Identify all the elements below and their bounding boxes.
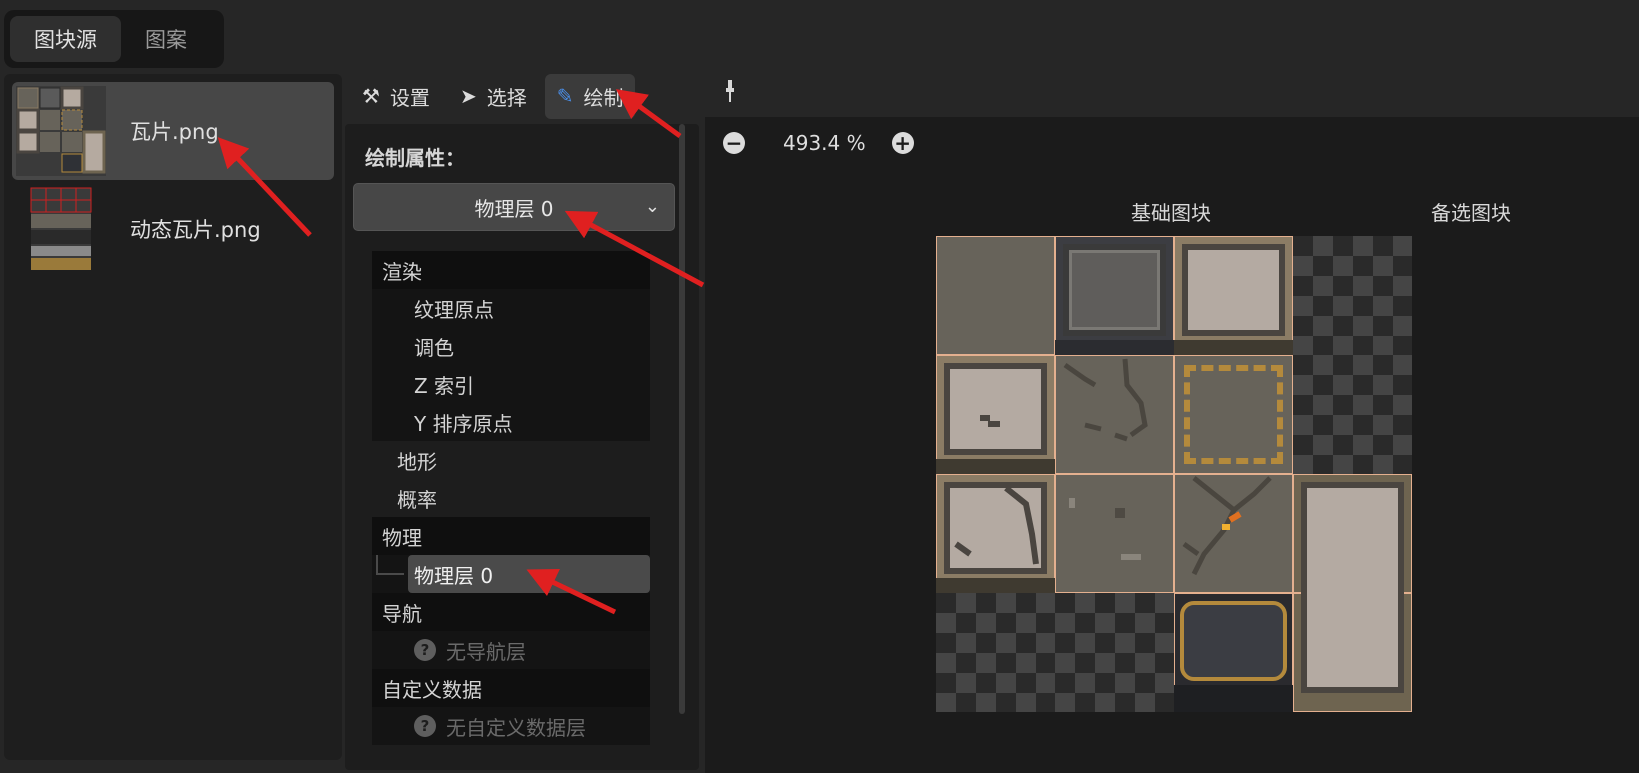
zoom-in-button[interactable]: + bbox=[891, 132, 914, 154]
eyedropper-icon[interactable] bbox=[722, 78, 738, 110]
tools-icon: ⚒ bbox=[362, 84, 380, 108]
tile[interactable] bbox=[936, 355, 1055, 474]
tree-item-label: 无导航层 bbox=[446, 639, 526, 664]
zoom-level: 493.4 % bbox=[783, 131, 866, 155]
zoom-out-button[interactable]: − bbox=[723, 132, 745, 154]
tab-paint[interactable]: ✎ 绘制 bbox=[544, 73, 636, 119]
tree-item-physics-layer-0[interactable]: 物理层 0 bbox=[372, 555, 650, 593]
tile[interactable] bbox=[1174, 474, 1293, 593]
tree-item-texture-origin[interactable]: 纹理原点 bbox=[372, 289, 650, 327]
help-icon: ? bbox=[414, 715, 436, 737]
tree-item-probability[interactable]: 概率 bbox=[372, 479, 650, 517]
help-icon: ? bbox=[414, 639, 436, 661]
paint-properties-title: 绘制属性： bbox=[365, 146, 465, 170]
tree-item-no-custom-data-layer: ? 无自定义数据层 bbox=[372, 707, 650, 745]
empty-tile[interactable] bbox=[1293, 236, 1412, 355]
tileset-thumbnail bbox=[16, 86, 106, 176]
tile-grid[interactable] bbox=[936, 236, 1412, 712]
tree-section-custom-data[interactable]: 自定义数据 bbox=[372, 669, 650, 707]
tree-item-no-nav-layer: ? 无导航层 bbox=[372, 631, 650, 669]
tab-tile-sources[interactable]: 图块源 bbox=[10, 16, 121, 62]
tree-item-modulate[interactable]: 调色 bbox=[372, 327, 650, 365]
paint-properties-panel: 绘制属性： 物理层 0 ⌄ 渲染 纹理原点 调色 Z 索引 Y 排序原点 地形 … bbox=[345, 124, 699, 770]
tile[interactable] bbox=[1293, 474, 1412, 593]
source-name: 瓦片.png bbox=[130, 120, 219, 144]
tab-label: 设置 bbox=[389, 85, 430, 110]
tile[interactable] bbox=[1055, 236, 1174, 355]
alternative-tiles-label: 备选图块 bbox=[1431, 201, 1511, 225]
source-item-animated-tiles[interactable]: 动态瓦片.png bbox=[12, 180, 334, 278]
tab-patterns[interactable]: 图案 bbox=[121, 16, 211, 62]
tile-atlas-canvas[interactable]: − 493.4 % + 基础图块 备选图块 bbox=[705, 117, 1639, 773]
empty-tile[interactable] bbox=[1055, 593, 1174, 712]
tree-section-render[interactable]: 渲染 bbox=[372, 251, 650, 289]
property-select-dropdown[interactable]: 物理层 0 ⌄ bbox=[353, 183, 675, 231]
tile[interactable] bbox=[1293, 593, 1412, 712]
tree-section-navigation[interactable]: 导航 bbox=[372, 593, 650, 631]
paintbrush-icon: ✎ bbox=[556, 84, 574, 108]
tile[interactable] bbox=[1174, 355, 1293, 474]
tree-item-label: 无自定义数据层 bbox=[446, 715, 586, 740]
source-item-tiles[interactable]: 瓦片.png bbox=[12, 82, 334, 180]
animated-tileset-thumbnail bbox=[16, 184, 106, 274]
inspector-mode-tabs: ⚒ 设置 ➤ 选择 ✎ 绘制 bbox=[350, 73, 636, 119]
tile[interactable] bbox=[1055, 355, 1174, 474]
zoom-controls: − 493.4 % + bbox=[723, 131, 914, 155]
selected-layer-label: 物理层 0 bbox=[474, 196, 554, 221]
tile[interactable] bbox=[1055, 474, 1174, 593]
tree-connector bbox=[376, 555, 404, 575]
tile[interactable] bbox=[1174, 593, 1293, 712]
tab-label: 绘制 bbox=[583, 85, 624, 110]
tile-source-list: 瓦片.png 动态瓦片.png bbox=[4, 74, 342, 760]
base-tiles-label: 基础图块 bbox=[1131, 201, 1211, 225]
property-tree: 渲染 纹理原点 调色 Z 索引 Y 排序原点 地形 概率 物理 物理层 0 导航… bbox=[372, 251, 650, 745]
tile[interactable] bbox=[936, 474, 1055, 593]
empty-tile[interactable] bbox=[1293, 355, 1412, 474]
tree-item-label: 物理层 0 bbox=[408, 555, 650, 593]
source-name: 动态瓦片.png bbox=[130, 218, 261, 242]
tab-label: 选择 bbox=[486, 85, 527, 110]
tree-item-z-index[interactable]: Z 索引 bbox=[372, 365, 650, 403]
top-tab-bar: 图块源 图案 bbox=[4, 10, 224, 68]
tree-section-physics[interactable]: 物理 bbox=[372, 517, 650, 555]
chevron-down-icon: ⌄ bbox=[644, 196, 660, 217]
cursor-icon: ➤ bbox=[459, 84, 477, 108]
tile[interactable] bbox=[936, 236, 1055, 355]
tab-select[interactable]: ➤ 选择 bbox=[448, 74, 539, 119]
empty-tile[interactable] bbox=[936, 593, 1055, 712]
panel-scrollbar[interactable] bbox=[679, 124, 685, 714]
tree-item-y-sort-origin[interactable]: Y 排序原点 bbox=[372, 403, 650, 441]
tree-item-terrain[interactable]: 地形 bbox=[372, 441, 650, 479]
tile[interactable] bbox=[1174, 236, 1293, 355]
tab-setup[interactable]: ⚒ 设置 bbox=[350, 74, 442, 119]
